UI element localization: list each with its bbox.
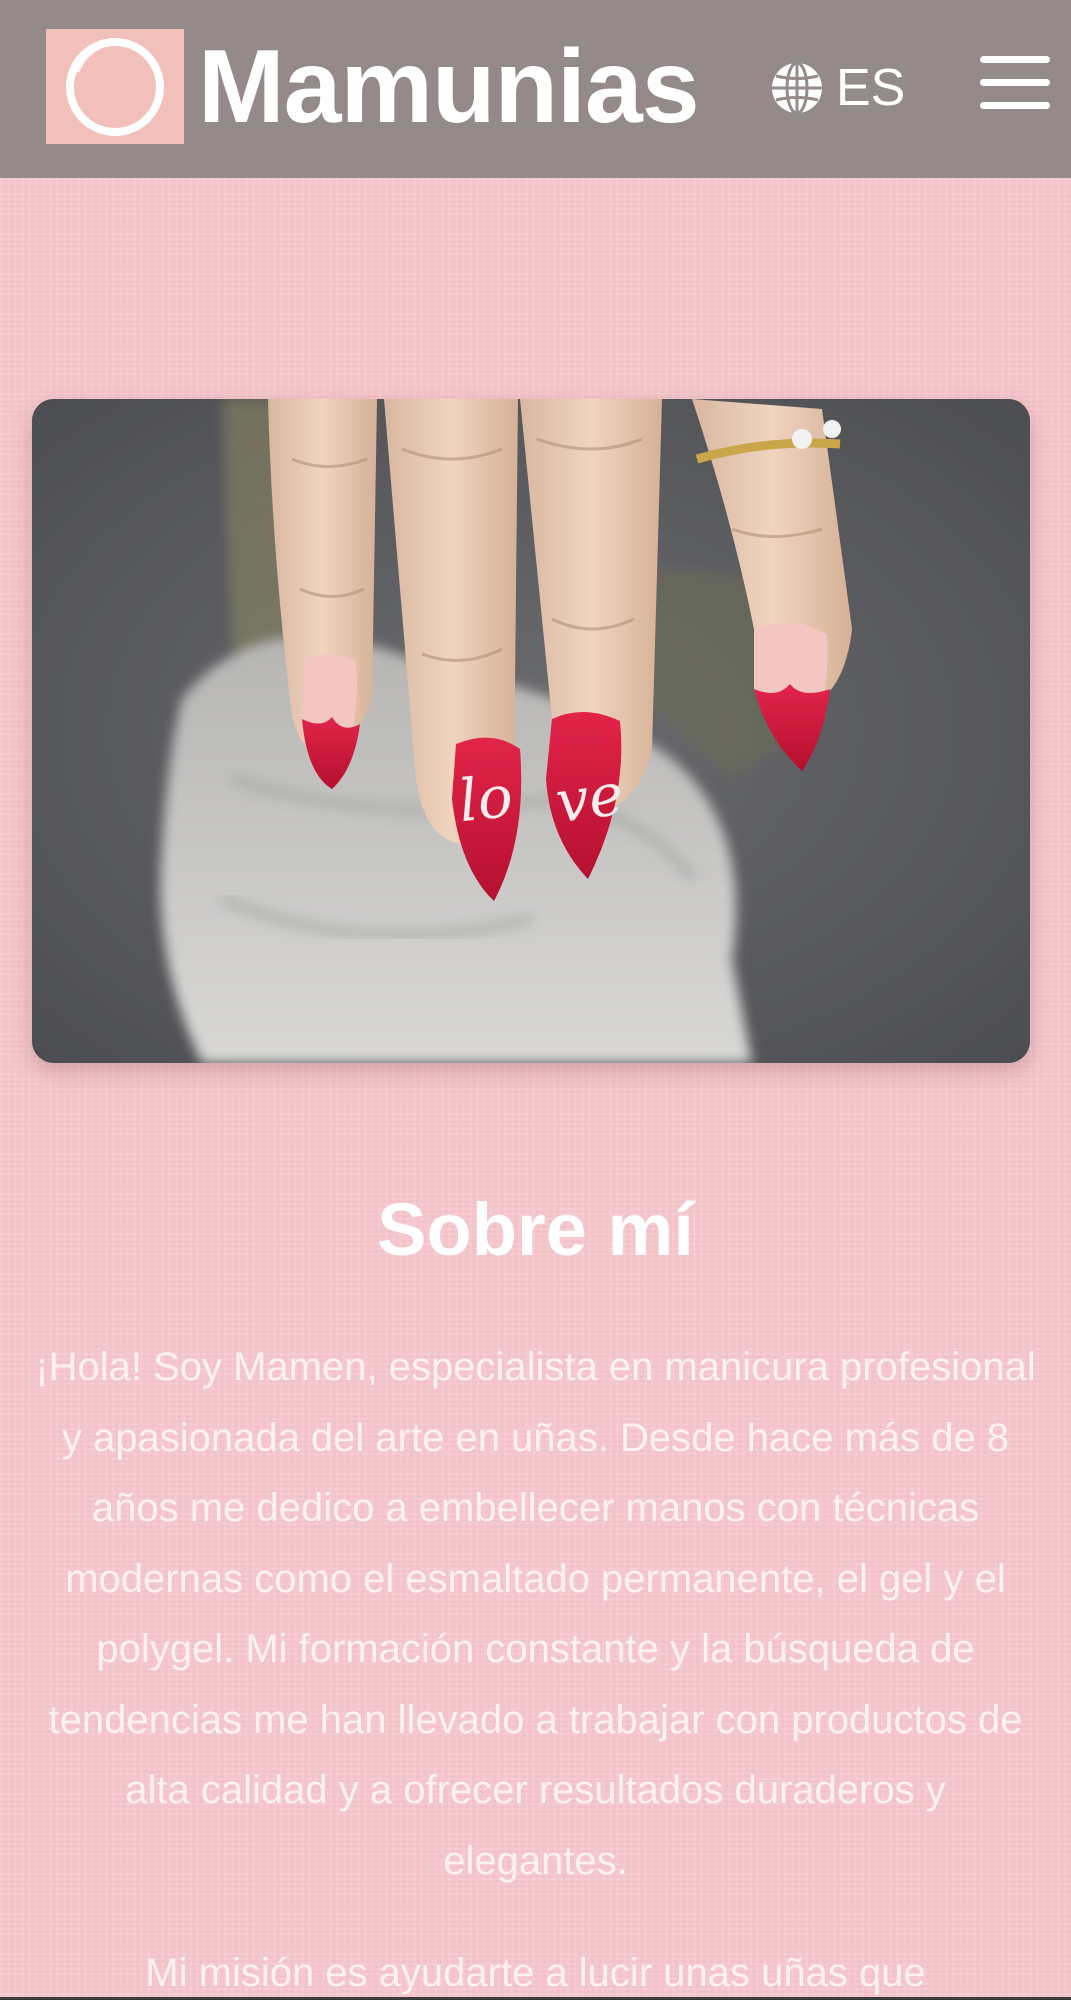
svg-text:lo: lo	[456, 762, 516, 835]
site-logo[interactable]	[46, 29, 184, 144]
hero-image: lo ve	[32, 399, 1030, 1063]
svg-text:ve: ve	[552, 760, 628, 837]
language-code: ES	[836, 59, 906, 117]
about-section-title: Sobre mí	[377, 1188, 694, 1271]
about-paragraph-2: Mi misión es ayudarte a lucir unas uñas …	[145, 1951, 926, 1995]
globe-icon	[772, 61, 822, 115]
site-header: Mamunias ES	[0, 0, 1071, 178]
hamburger-menu-button[interactable]	[980, 50, 1052, 114]
brand-name[interactable]: Mamunias	[198, 22, 700, 152]
ring-logo-icon	[66, 37, 164, 136]
language-selector[interactable]: ES	[770, 56, 905, 120]
nail-art-photo: lo ve	[32, 399, 1030, 1063]
about-paragraph-1: ¡Hola! Soy Mamen, especialista en manicu…	[35, 1345, 1036, 1883]
